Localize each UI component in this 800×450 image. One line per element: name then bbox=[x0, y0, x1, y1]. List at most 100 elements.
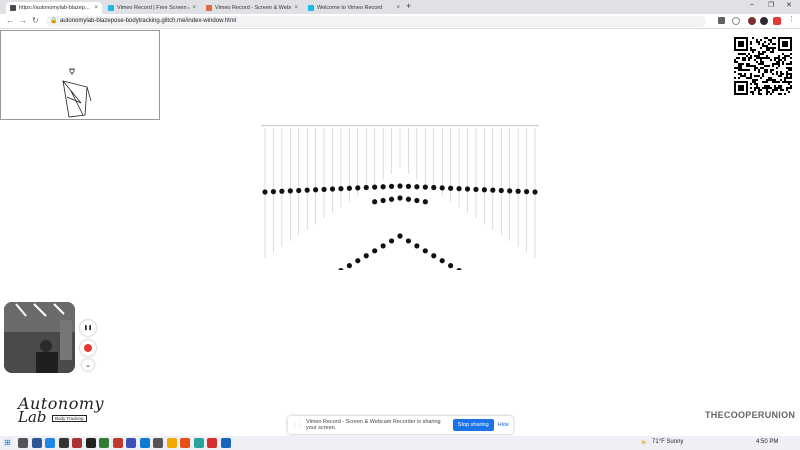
taskbar-app-icon[interactable] bbox=[45, 438, 55, 448]
landmark-point bbox=[448, 263, 454, 269]
extension-icon[interactable] bbox=[748, 17, 756, 25]
landmark-label-mark bbox=[412, 125, 421, 127]
qr-module bbox=[788, 67, 790, 69]
cooper-union-logo: THECOOPERUNION bbox=[705, 410, 795, 420]
taskbar-app-icon[interactable] bbox=[18, 438, 28, 448]
qr-module bbox=[764, 71, 766, 73]
landmark-point bbox=[422, 248, 428, 254]
qr-module bbox=[772, 47, 774, 49]
taskbar-app-icon[interactable] bbox=[166, 438, 177, 448]
landmark-label-mark bbox=[514, 125, 523, 127]
lock-icon: 🔒 bbox=[50, 18, 58, 24]
maximize-button[interactable]: ❐ bbox=[768, 1, 774, 9]
tab-welcome-vimeo[interactable]: Welcome to Vimeo Record × bbox=[304, 2, 404, 14]
qr-module bbox=[790, 67, 792, 69]
qr-module bbox=[752, 49, 754, 51]
pause-button[interactable]: ❚❚ bbox=[80, 320, 96, 336]
qr-module bbox=[782, 57, 784, 59]
qr-module bbox=[772, 37, 774, 39]
hide-button[interactable]: Hide bbox=[498, 422, 509, 428]
landmark-label-mark bbox=[387, 125, 396, 127]
close-tab-icon[interactable]: × bbox=[396, 5, 400, 11]
qr-module bbox=[786, 89, 788, 91]
qr-module bbox=[770, 71, 772, 73]
cast-icon[interactable] bbox=[718, 17, 725, 24]
qr-module bbox=[774, 79, 776, 81]
tab-vimeo-record-screen[interactable]: Vimeo Record - Screen & Webca... × bbox=[202, 2, 302, 14]
qr-module bbox=[784, 57, 786, 59]
qr-module bbox=[786, 71, 788, 73]
landmark-label-mark bbox=[336, 125, 345, 127]
qr-module bbox=[774, 81, 776, 83]
qr-module bbox=[768, 91, 770, 93]
qr-module bbox=[768, 77, 770, 79]
qr-module bbox=[760, 61, 762, 63]
qr-module bbox=[778, 87, 780, 89]
landmark-point bbox=[405, 183, 412, 189]
taskbar-app-icon[interactable] bbox=[207, 438, 217, 448]
qr-module bbox=[758, 89, 760, 91]
qr-module bbox=[750, 55, 752, 57]
close-tab-icon[interactable]: × bbox=[94, 5, 98, 11]
qr-module bbox=[784, 81, 786, 83]
bookmark-star-icon[interactable] bbox=[732, 17, 740, 25]
qr-module bbox=[758, 71, 760, 73]
taskbar-app-icon[interactable] bbox=[85, 438, 96, 448]
qr-module bbox=[786, 55, 788, 57]
qr-module bbox=[790, 81, 792, 83]
vimeo-record-extension-icon[interactable] bbox=[773, 17, 781, 25]
landmark-label-mark bbox=[286, 125, 295, 127]
minimize-button[interactable]: – bbox=[750, 1, 754, 8]
landmark-point bbox=[507, 188, 513, 194]
extension-icon[interactable] bbox=[760, 17, 768, 25]
qr-module bbox=[780, 87, 782, 89]
landmark-point bbox=[405, 238, 412, 244]
qr-module bbox=[764, 51, 766, 53]
landmark-label-mark bbox=[463, 125, 472, 127]
taskbar-app-icon[interactable] bbox=[126, 438, 136, 448]
qr-module bbox=[744, 53, 746, 55]
landmark-point bbox=[448, 185, 454, 191]
new-tab-button[interactable]: + bbox=[406, 1, 411, 11]
stop-sharing-button[interactable]: Stop sharing bbox=[452, 419, 494, 431]
close-tab-icon[interactable]: × bbox=[294, 5, 298, 11]
reload-button[interactable]: ↻ bbox=[32, 16, 39, 25]
collapse-button[interactable]: ⌄ bbox=[82, 359, 94, 371]
close-tab-icon[interactable]: × bbox=[192, 5, 196, 11]
qr-module bbox=[790, 85, 792, 87]
taskbar-app-icon[interactable] bbox=[72, 438, 82, 448]
qr-module bbox=[750, 49, 752, 51]
landmark-point bbox=[270, 189, 277, 195]
qr-module bbox=[778, 93, 780, 95]
drag-handle-icon[interactable]: ⋮⋮ bbox=[292, 422, 302, 428]
landmark-point bbox=[515, 188, 521, 194]
qr-module bbox=[788, 87, 790, 89]
taskbar-app-icon[interactable] bbox=[153, 438, 163, 448]
clock-time[interactable]: 4:50 PM bbox=[756, 439, 778, 445]
tab-vimeo-record-free[interactable]: Vimeo Record | Free Screen & W... × bbox=[104, 2, 200, 14]
qr-module bbox=[776, 71, 778, 73]
qr-module bbox=[746, 63, 748, 65]
address-bar[interactable]: 🔒 autonomylab-blazepose-bodytracking.gli… bbox=[46, 16, 706, 27]
taskbar-app-icon[interactable] bbox=[99, 438, 109, 448]
taskbar-app-icon[interactable] bbox=[193, 438, 204, 448]
back-button[interactable]: ← bbox=[6, 16, 14, 25]
url-text: autonomylab-blazepose-bodytracking.glitc… bbox=[60, 18, 237, 24]
start-icon[interactable]: ⊞ bbox=[4, 438, 11, 447]
weather-text: 71°F Sunny bbox=[652, 439, 684, 445]
close-window-button[interactable]: ✕ bbox=[786, 1, 792, 9]
qr-module bbox=[782, 63, 784, 65]
taskbar-app-icon[interactable] bbox=[31, 438, 42, 448]
taskbar-app-icon[interactable] bbox=[220, 438, 231, 448]
taskbar-app-icon[interactable] bbox=[112, 438, 123, 448]
tab-blazepose[interactable]: https://autonomylab-blazep... × bbox=[6, 2, 102, 14]
taskbar-app-icon[interactable] bbox=[180, 438, 190, 448]
qr-module bbox=[760, 77, 762, 79]
record-button[interactable] bbox=[80, 340, 96, 356]
menu-icon[interactable]: ⋮ bbox=[788, 15, 796, 23]
qr-module bbox=[734, 67, 736, 69]
taskbar-app-icon[interactable] bbox=[58, 438, 69, 448]
taskbar-app-icon[interactable] bbox=[139, 438, 150, 448]
forward-button[interactable]: → bbox=[19, 16, 27, 25]
qr-module bbox=[754, 55, 756, 57]
